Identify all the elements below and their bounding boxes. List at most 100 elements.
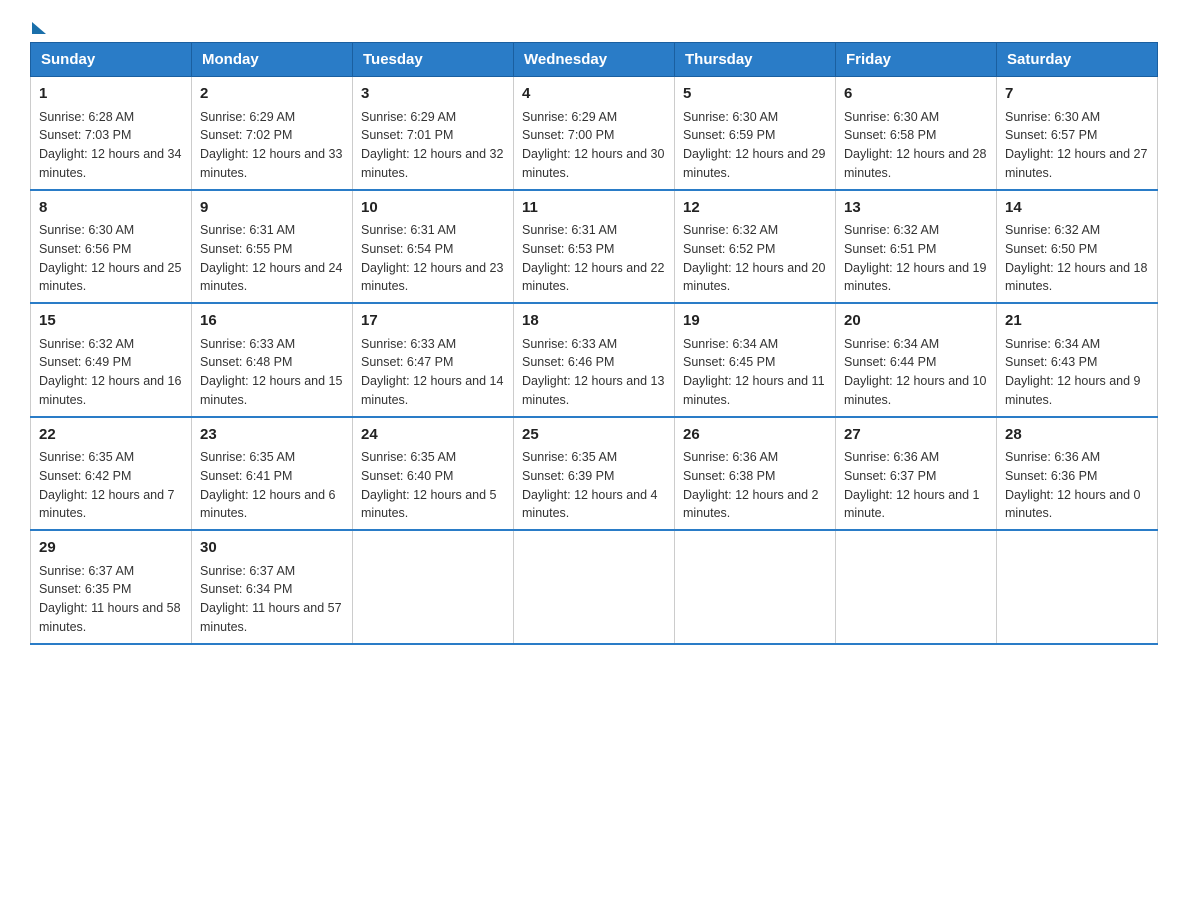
calendar-cell: 4Sunrise: 6:29 AMSunset: 7:00 PMDaylight…: [514, 77, 675, 190]
col-header-monday: Monday: [192, 43, 353, 77]
day-info: Sunrise: 6:33 AMSunset: 6:48 PMDaylight:…: [200, 335, 344, 410]
page-header: [30, 20, 1158, 32]
calendar-cell: [514, 530, 675, 644]
day-number: 2: [200, 83, 344, 106]
day-number: 5: [683, 83, 827, 106]
calendar-cell: 29Sunrise: 6:37 AMSunset: 6:35 PMDayligh…: [31, 530, 192, 644]
day-number: 6: [844, 83, 988, 106]
day-number: 12: [683, 197, 827, 220]
day-info: Sunrise: 6:34 AMSunset: 6:43 PMDaylight:…: [1005, 335, 1149, 410]
day-info: Sunrise: 6:30 AMSunset: 6:59 PMDaylight:…: [683, 108, 827, 183]
day-info: Sunrise: 6:35 AMSunset: 6:40 PMDaylight:…: [361, 448, 505, 523]
day-number: 25: [522, 424, 666, 447]
calendar-cell: 22Sunrise: 6:35 AMSunset: 6:42 PMDayligh…: [31, 417, 192, 531]
calendar-cell: 28Sunrise: 6:36 AMSunset: 6:36 PMDayligh…: [997, 417, 1158, 531]
logo: [30, 20, 48, 32]
calendar-header-row: SundayMondayTuesdayWednesdayThursdayFrid…: [31, 43, 1158, 77]
day-info: Sunrise: 6:30 AMSunset: 6:57 PMDaylight:…: [1005, 108, 1149, 183]
calendar-week-row: 8Sunrise: 6:30 AMSunset: 6:56 PMDaylight…: [31, 190, 1158, 304]
calendar-cell: 24Sunrise: 6:35 AMSunset: 6:40 PMDayligh…: [353, 417, 514, 531]
day-info: Sunrise: 6:33 AMSunset: 6:46 PMDaylight:…: [522, 335, 666, 410]
day-number: 23: [200, 424, 344, 447]
day-number: 22: [39, 424, 183, 447]
day-info: Sunrise: 6:32 AMSunset: 6:50 PMDaylight:…: [1005, 221, 1149, 296]
day-number: 14: [1005, 197, 1149, 220]
day-info: Sunrise: 6:30 AMSunset: 6:56 PMDaylight:…: [39, 221, 183, 296]
day-number: 8: [39, 197, 183, 220]
calendar-cell: 27Sunrise: 6:36 AMSunset: 6:37 PMDayligh…: [836, 417, 997, 531]
logo-triangle-icon: [32, 22, 46, 34]
day-number: 4: [522, 83, 666, 106]
day-info: Sunrise: 6:32 AMSunset: 6:52 PMDaylight:…: [683, 221, 827, 296]
calendar-cell: 1Sunrise: 6:28 AMSunset: 7:03 PMDaylight…: [31, 77, 192, 190]
day-info: Sunrise: 6:33 AMSunset: 6:47 PMDaylight:…: [361, 335, 505, 410]
calendar-cell: 2Sunrise: 6:29 AMSunset: 7:02 PMDaylight…: [192, 77, 353, 190]
calendar-cell: 25Sunrise: 6:35 AMSunset: 6:39 PMDayligh…: [514, 417, 675, 531]
day-info: Sunrise: 6:31 AMSunset: 6:53 PMDaylight:…: [522, 221, 666, 296]
day-number: 11: [522, 197, 666, 220]
day-info: Sunrise: 6:37 AMSunset: 6:34 PMDaylight:…: [200, 562, 344, 637]
calendar-cell: 12Sunrise: 6:32 AMSunset: 6:52 PMDayligh…: [675, 190, 836, 304]
day-number: 15: [39, 310, 183, 333]
day-info: Sunrise: 6:35 AMSunset: 6:41 PMDaylight:…: [200, 448, 344, 523]
day-info: Sunrise: 6:34 AMSunset: 6:45 PMDaylight:…: [683, 335, 827, 410]
calendar-week-row: 29Sunrise: 6:37 AMSunset: 6:35 PMDayligh…: [31, 530, 1158, 644]
day-number: 30: [200, 537, 344, 560]
day-number: 3: [361, 83, 505, 106]
day-number: 7: [1005, 83, 1149, 106]
calendar-cell: 13Sunrise: 6:32 AMSunset: 6:51 PMDayligh…: [836, 190, 997, 304]
day-number: 21: [1005, 310, 1149, 333]
day-info: Sunrise: 6:30 AMSunset: 6:58 PMDaylight:…: [844, 108, 988, 183]
calendar-cell: 8Sunrise: 6:30 AMSunset: 6:56 PMDaylight…: [31, 190, 192, 304]
calendar-cell: 30Sunrise: 6:37 AMSunset: 6:34 PMDayligh…: [192, 530, 353, 644]
calendar-cell: 15Sunrise: 6:32 AMSunset: 6:49 PMDayligh…: [31, 303, 192, 417]
day-info: Sunrise: 6:35 AMSunset: 6:42 PMDaylight:…: [39, 448, 183, 523]
calendar-cell: [353, 530, 514, 644]
calendar-cell: 6Sunrise: 6:30 AMSunset: 6:58 PMDaylight…: [836, 77, 997, 190]
calendar-cell: [836, 530, 997, 644]
col-header-friday: Friday: [836, 43, 997, 77]
calendar-week-row: 22Sunrise: 6:35 AMSunset: 6:42 PMDayligh…: [31, 417, 1158, 531]
calendar-cell: 19Sunrise: 6:34 AMSunset: 6:45 PMDayligh…: [675, 303, 836, 417]
calendar-cell: 5Sunrise: 6:30 AMSunset: 6:59 PMDaylight…: [675, 77, 836, 190]
day-info: Sunrise: 6:36 AMSunset: 6:38 PMDaylight:…: [683, 448, 827, 523]
col-header-thursday: Thursday: [675, 43, 836, 77]
calendar-cell: 17Sunrise: 6:33 AMSunset: 6:47 PMDayligh…: [353, 303, 514, 417]
calendar-cell: 23Sunrise: 6:35 AMSunset: 6:41 PMDayligh…: [192, 417, 353, 531]
day-info: Sunrise: 6:37 AMSunset: 6:35 PMDaylight:…: [39, 562, 183, 637]
calendar-cell: 16Sunrise: 6:33 AMSunset: 6:48 PMDayligh…: [192, 303, 353, 417]
day-number: 28: [1005, 424, 1149, 447]
calendar-week-row: 1Sunrise: 6:28 AMSunset: 7:03 PMDaylight…: [31, 77, 1158, 190]
day-info: Sunrise: 6:31 AMSunset: 6:54 PMDaylight:…: [361, 221, 505, 296]
day-info: Sunrise: 6:32 AMSunset: 6:51 PMDaylight:…: [844, 221, 988, 296]
calendar-table: SundayMondayTuesdayWednesdayThursdayFrid…: [30, 42, 1158, 645]
day-info: Sunrise: 6:29 AMSunset: 7:00 PMDaylight:…: [522, 108, 666, 183]
calendar-cell: 21Sunrise: 6:34 AMSunset: 6:43 PMDayligh…: [997, 303, 1158, 417]
day-number: 20: [844, 310, 988, 333]
calendar-cell: 11Sunrise: 6:31 AMSunset: 6:53 PMDayligh…: [514, 190, 675, 304]
day-number: 10: [361, 197, 505, 220]
calendar-cell: 14Sunrise: 6:32 AMSunset: 6:50 PMDayligh…: [997, 190, 1158, 304]
day-number: 24: [361, 424, 505, 447]
calendar-cell: 9Sunrise: 6:31 AMSunset: 6:55 PMDaylight…: [192, 190, 353, 304]
day-number: 19: [683, 310, 827, 333]
calendar-cell: [675, 530, 836, 644]
day-number: 9: [200, 197, 344, 220]
day-number: 1: [39, 83, 183, 106]
day-info: Sunrise: 6:32 AMSunset: 6:49 PMDaylight:…: [39, 335, 183, 410]
day-info: Sunrise: 6:36 AMSunset: 6:37 PMDaylight:…: [844, 448, 988, 523]
day-number: 13: [844, 197, 988, 220]
day-number: 26: [683, 424, 827, 447]
day-info: Sunrise: 6:34 AMSunset: 6:44 PMDaylight:…: [844, 335, 988, 410]
calendar-cell: 20Sunrise: 6:34 AMSunset: 6:44 PMDayligh…: [836, 303, 997, 417]
day-info: Sunrise: 6:28 AMSunset: 7:03 PMDaylight:…: [39, 108, 183, 183]
col-header-saturday: Saturday: [997, 43, 1158, 77]
calendar-cell: 26Sunrise: 6:36 AMSunset: 6:38 PMDayligh…: [675, 417, 836, 531]
day-number: 17: [361, 310, 505, 333]
calendar-cell: 10Sunrise: 6:31 AMSunset: 6:54 PMDayligh…: [353, 190, 514, 304]
day-info: Sunrise: 6:31 AMSunset: 6:55 PMDaylight:…: [200, 221, 344, 296]
day-number: 18: [522, 310, 666, 333]
day-info: Sunrise: 6:36 AMSunset: 6:36 PMDaylight:…: [1005, 448, 1149, 523]
day-number: 27: [844, 424, 988, 447]
day-info: Sunrise: 6:35 AMSunset: 6:39 PMDaylight:…: [522, 448, 666, 523]
